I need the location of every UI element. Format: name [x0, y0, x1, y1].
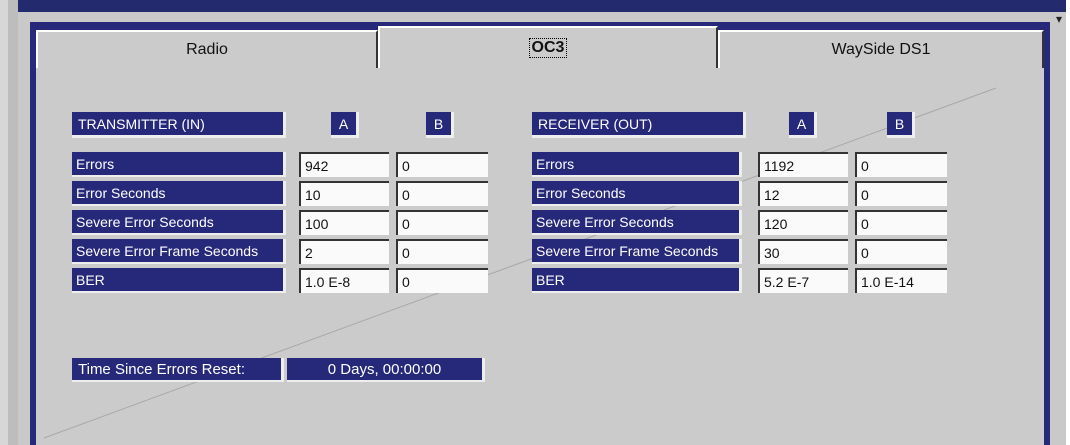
tx-ses-b: 0 — [396, 210, 488, 235]
tab-wayside-ds1[interactable]: WaySide DS1 — [718, 30, 1044, 68]
rx-row-ses-label: Severe Error Seconds — [532, 210, 742, 235]
rx-ses-b: 0 — [855, 210, 947, 235]
rx-error-seconds-b: 0 — [855, 181, 947, 206]
rx-row-error-seconds-label: Error Seconds — [532, 181, 742, 206]
rx-errors-a: 1192 — [758, 152, 848, 177]
tx-sefs-a: 2 — [299, 239, 389, 264]
transmitter-col-a: A — [331, 112, 359, 138]
chevron-down-icon[interactable]: ▾ — [1056, 12, 1062, 26]
rx-row-errors-label: Errors — [532, 152, 742, 177]
tx-ber-a: 1.0 E-8 — [299, 268, 389, 293]
rx-ber-b: 1.0 E-14 — [855, 268, 947, 293]
receiver-header: RECEIVER (OUT) — [532, 112, 746, 138]
tx-errors-b: 0 — [396, 152, 488, 177]
rx-sefs-b: 0 — [855, 239, 947, 264]
tx-row-errors-label: Errors — [72, 152, 286, 177]
tx-ses-a: 100 — [299, 210, 389, 235]
tx-row-ber-label: BER — [72, 268, 286, 293]
rx-ber-a: 5.2 E-7 — [758, 268, 848, 293]
rx-ses-a: 120 — [758, 210, 848, 235]
rx-row-sefs-label: Severe Error Frame Seconds — [532, 239, 742, 264]
time-since-reset-value: 0 Days, 00:00:00 — [287, 358, 485, 382]
rx-row-ber-label: BER — [532, 268, 742, 293]
receiver-col-b: B — [887, 112, 915, 138]
tx-row-sefs-label: Severe Error Frame Seconds — [72, 239, 286, 264]
tab-oc3[interactable]: OC3 — [378, 26, 718, 68]
tx-error-seconds-a: 10 — [299, 181, 389, 206]
tab-oc3-label: OC3 — [528, 38, 568, 58]
rx-sefs-a: 30 — [758, 239, 848, 264]
rx-error-seconds-a: 12 — [758, 181, 848, 206]
tx-ber-b: 0 — [396, 268, 488, 293]
tx-errors-a: 942 — [299, 152, 389, 177]
tab-radio-label: Radio — [186, 41, 228, 58]
tx-sefs-b: 0 — [396, 239, 488, 264]
transmitter-col-b: B — [426, 112, 454, 138]
tx-row-ses-label: Severe Error Seconds — [72, 210, 286, 235]
window-left-edge — [0, 0, 8, 445]
window-frame-band — [8, 0, 18, 445]
tx-row-error-seconds-label: Error Seconds — [72, 181, 286, 206]
transmitter-header: TRANSMITTER (IN) — [72, 112, 286, 138]
time-since-reset-label: Time Since Errors Reset: — [72, 358, 284, 382]
tab-radio[interactable]: Radio — [36, 30, 378, 68]
rx-errors-b: 0 — [855, 152, 947, 177]
tab-wayside-label: WaySide DS1 — [831, 41, 931, 58]
receiver-col-a: A — [789, 112, 817, 138]
oc3-content: TRANSMITTER (IN) A B Errors 942 0 Error … — [36, 68, 1044, 445]
tx-error-seconds-b: 0 — [396, 181, 488, 206]
